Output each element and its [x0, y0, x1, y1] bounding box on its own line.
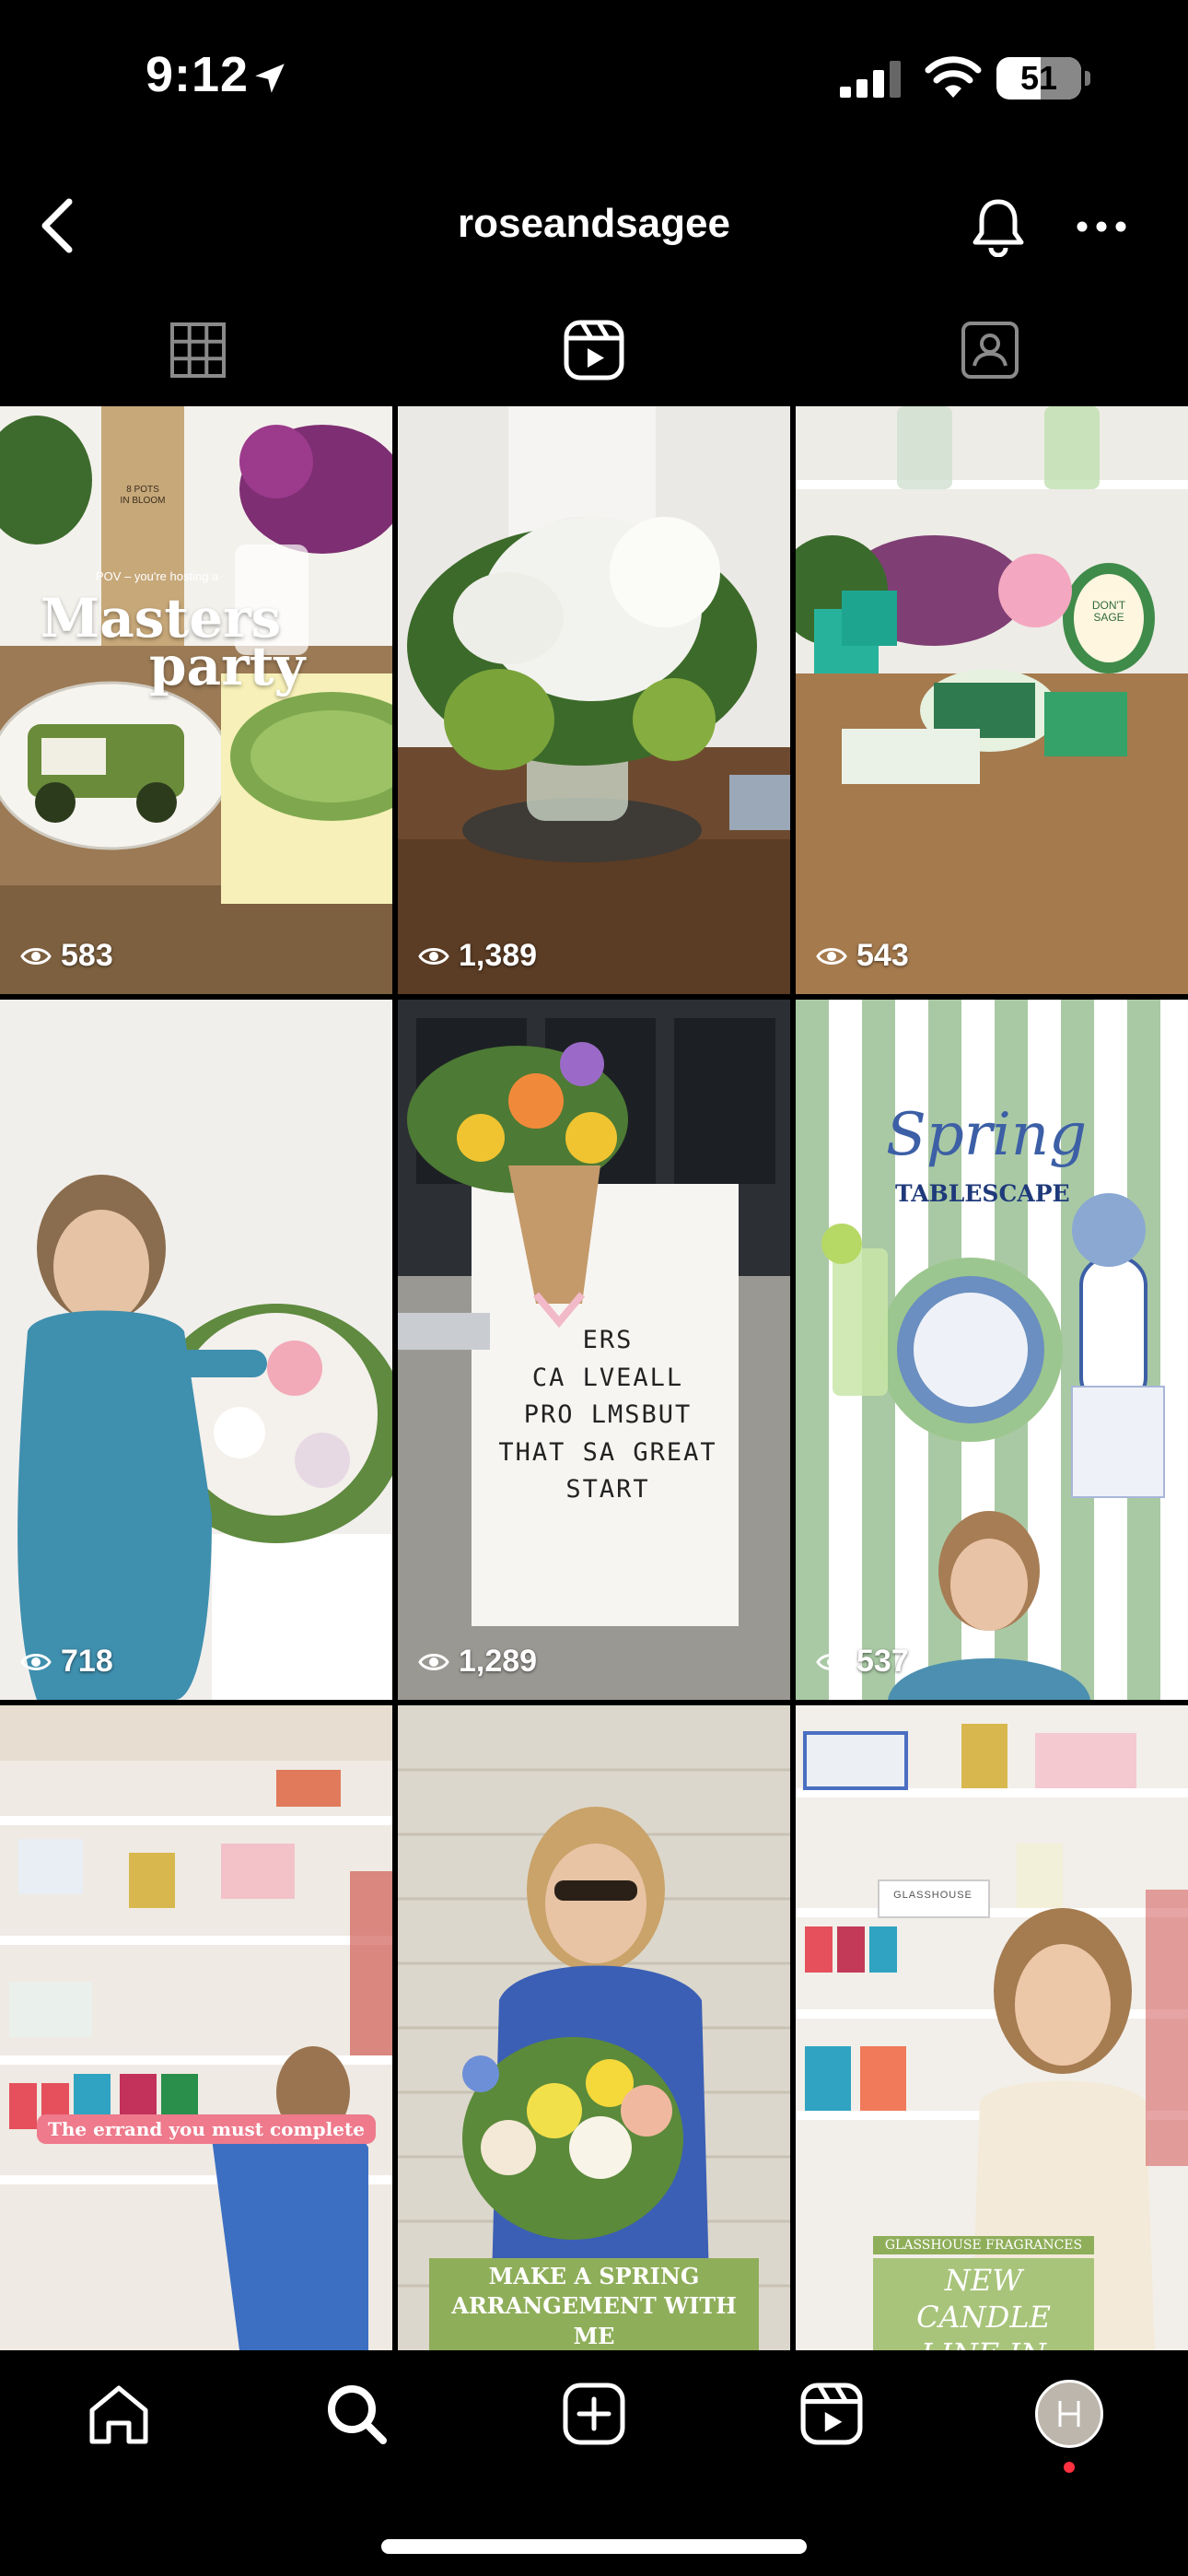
cellular-signal-icon [840, 61, 901, 98]
reel-overlay-caption-line-2: LINE IN STORE [873, 2336, 1094, 2350]
nav-reels[interactable] [713, 2359, 950, 2469]
letter-board-line-5: START [565, 1475, 650, 1504]
view-count: 1,389 [418, 938, 537, 974]
letter-board: ERS CA LVEALL PRO LMSBUT THAT SA GREAT S… [488, 1322, 728, 1509]
letter-board-line-1: ERS [582, 1326, 634, 1354]
more-options-button[interactable] [1066, 192, 1136, 262]
avatar-monogram-icon [1058, 2401, 1080, 2427]
reel-thumbnail-7[interactable]: The errand you must complete [0, 1705, 392, 2350]
bottom-navigation [0, 2359, 1188, 2473]
reel-thumbnail-9[interactable]: GLASSHOUSE GLASSHOUSE FRAGRANCES NEW CAN… [796, 1705, 1188, 2350]
profile-tabs [0, 295, 1188, 405]
reel-overlay-caption-line-1: MAKE A SPRING [488, 2263, 700, 2289]
eye-icon [20, 1653, 52, 1670]
battery-indicator: 51 [996, 57, 1090, 100]
tagged-person-icon [961, 322, 1019, 379]
view-count-value: 583 [61, 938, 113, 973]
card-label-line-2: SAGE [1093, 611, 1124, 625]
tab-reels[interactable] [396, 295, 792, 405]
reel-image-7 [0, 1705, 392, 2350]
status-bar: 9:12 51 [0, 0, 1188, 157]
reels-icon [800, 2383, 863, 2445]
view-count-value: 537 [856, 1644, 909, 1679]
reel-thumbnail-1[interactable]: 8 POTS IN BLOOM POV – you're hosting a M… [0, 406, 392, 994]
reel-thumbnail-3[interactable]: DON'T SAGE 543 [796, 406, 1188, 994]
view-count-value: 718 [61, 1644, 113, 1679]
view-count-value: 543 [856, 938, 909, 973]
view-count: 583 [20, 938, 113, 974]
bell-icon [973, 199, 1024, 257]
box-label: 8 POTS IN BLOOM [111, 485, 175, 507]
view-count: 543 [816, 938, 909, 974]
reel-image-8 [398, 1705, 790, 2350]
reel-overlay-caps: TABLESCAPE [895, 1180, 1070, 1207]
eye-icon [418, 1653, 449, 1670]
reel-overlay-caption: MAKE A SPRING ARRANGEMENT WITH ME [429, 2258, 759, 2350]
reel-image-2 [398, 406, 790, 994]
reel-image-3 [796, 406, 1188, 994]
reels-grid: 8 POTS IN BLOOM POV – you're hosting a M… [0, 406, 1188, 2350]
wifi-icon [925, 56, 982, 98]
box-label-line-1: 8 POTS [126, 485, 159, 495]
reel-image-1 [0, 406, 392, 994]
reel-overlay-caption-line-2: ARRANGEMENT WITH ME [451, 2292, 737, 2349]
reel-thumbnail-8[interactable]: MAKE A SPRING ARRANGEMENT WITH ME [398, 1705, 790, 2350]
nav-home[interactable] [0, 2359, 238, 2469]
profile-avatar [1035, 2380, 1103, 2448]
view-count-value: 1,289 [459, 1644, 538, 1679]
location-arrow-icon [255, 64, 285, 93]
reel-thumbnail-4[interactable]: 718 [0, 1000, 392, 1700]
more-horizontal-icon [1077, 221, 1126, 232]
view-count: 718 [20, 1644, 113, 1680]
candle-box-label: GLASSHOUSE [893, 1890, 973, 1901]
search-icon [328, 2385, 387, 2444]
home-indicator [381, 2539, 807, 2554]
nav-search[interactable] [238, 2359, 475, 2469]
eye-icon [816, 1653, 847, 1670]
reel-thumbnail-5[interactable]: ERS CA LVEALL PRO LMSBUT THAT SA GREAT S… [398, 1000, 790, 1700]
letter-board-line-3: PRO LMSBUT [523, 1400, 693, 1429]
reel-overlay-small: GLASSHOUSE FRAGRANCES [873, 2236, 1094, 2254]
eye-icon [20, 947, 52, 965]
reel-overlay-small: POV – you're hosting a [96, 569, 219, 583]
profile-header: roseandsagee [0, 175, 1188, 276]
reel-overlay-pill: The errand you must complete [37, 2114, 376, 2144]
reel-overlay-caption: GLASSHOUSE FRAGRANCES NEW CANDLE LINE IN… [873, 2236, 1094, 2350]
notification-dot [1064, 2462, 1075, 2473]
nav-create[interactable] [475, 2359, 713, 2469]
reel-image-4 [0, 1000, 392, 1700]
eye-icon [816, 947, 847, 965]
tab-tagged[interactable] [792, 295, 1188, 405]
view-count-value: 1,389 [459, 938, 538, 973]
reel-thumbnail-6[interactable]: Spring TABLESCAPE 537 [796, 1000, 1188, 1700]
reel-overlay-script: Spring [886, 1101, 1088, 1169]
view-count: 537 [816, 1644, 909, 1680]
battery-level: 51 [1019, 59, 1058, 97]
reel-overlay-title-2: party [149, 635, 306, 697]
reel-overlay-caption-line-1: NEW CANDLE [916, 2263, 1051, 2335]
reels-icon [564, 320, 624, 381]
nav-profile[interactable] [950, 2359, 1188, 2473]
card-label: DON'T SAGE [1083, 599, 1135, 625]
status-time: 9:12 [146, 47, 250, 102]
letter-board-line-4: THAT SA GREAT [498, 1437, 717, 1467]
box-label-line-2: IN BLOOM [120, 496, 166, 506]
letter-board-line-2: CA LVEALL [531, 1363, 684, 1392]
tab-grid[interactable] [0, 295, 396, 405]
notifications-button[interactable] [963, 192, 1033, 262]
grid-icon [170, 322, 226, 378]
reel-thumbnail-2[interactable]: 1,389 [398, 406, 790, 994]
create-plus-icon [563, 2383, 625, 2445]
home-icon [89, 2385, 148, 2444]
eye-icon [418, 947, 449, 965]
view-count: 1,289 [418, 1644, 537, 1680]
reel-overlay-caption-box: NEW CANDLE LINE IN STORE [873, 2258, 1094, 2350]
